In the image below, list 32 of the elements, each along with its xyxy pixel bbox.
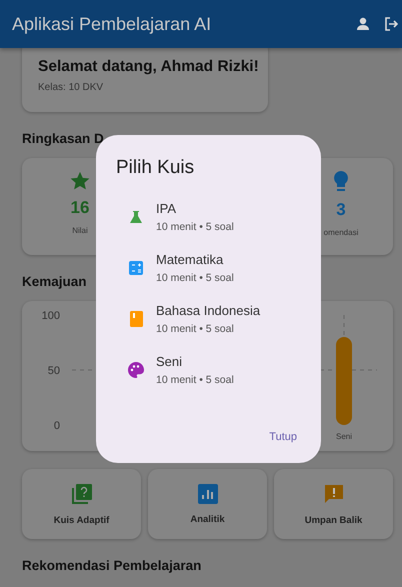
quiz-title: Matematika xyxy=(156,252,224,267)
quiz-title: Bahasa Indonesia xyxy=(156,303,260,318)
quiz-details: 10 menit • 5 soal xyxy=(156,323,235,335)
quiz-item[interactable]: IPA 10 menit • 5 soal xyxy=(116,201,303,233)
quiz-details: 10 menit • 5 soal xyxy=(156,221,234,233)
section-heading: Kemajuan xyxy=(22,274,87,289)
stat-value: 3 xyxy=(336,200,346,220)
quiz-item[interactable]: Matematika 10 menit • 5 soal xyxy=(116,252,303,284)
quiz-item[interactable]: Bahasa Indonesia 10 menit • 5 soal xyxy=(116,303,303,335)
quiz-details: 10 menit • 5 soal xyxy=(156,374,234,386)
y-tick-label: 0 xyxy=(54,420,60,432)
dialog-title: Pilih Kuis xyxy=(116,157,196,179)
quiz-details: 10 menit • 5 soal xyxy=(156,272,234,284)
quiz-item[interactable]: Seni 10 menit • 5 soal xyxy=(116,354,303,386)
section-heading: Ringkasan D xyxy=(22,131,104,146)
close-button[interactable]: Tutup xyxy=(263,427,303,447)
app-title: Aplikasi Pembelajaran AI xyxy=(12,14,212,34)
logout-icon[interactable] xyxy=(384,17,398,31)
x-axis-label: Seni xyxy=(336,432,352,441)
stat-value: 16 xyxy=(70,198,90,218)
action-card[interactable]: Umpan Balik xyxy=(274,469,393,539)
y-tick-label: 100 xyxy=(42,310,60,322)
section-heading: Rekomendasi Pembelajaran xyxy=(22,558,202,573)
action-card[interactable]: Kuis Adaptif xyxy=(22,469,141,539)
stat-label: omendasi xyxy=(324,228,358,237)
quiz-title: IPA xyxy=(156,201,177,216)
profile-icon[interactable] xyxy=(356,17,370,31)
quiz-title: Seni xyxy=(156,354,184,369)
class-label: Kelas: 10 DKV xyxy=(38,82,104,93)
stat-label: Nilai xyxy=(72,226,88,235)
action-card[interactable]: Analitik xyxy=(148,469,267,539)
y-tick-label: 50 xyxy=(48,365,60,377)
